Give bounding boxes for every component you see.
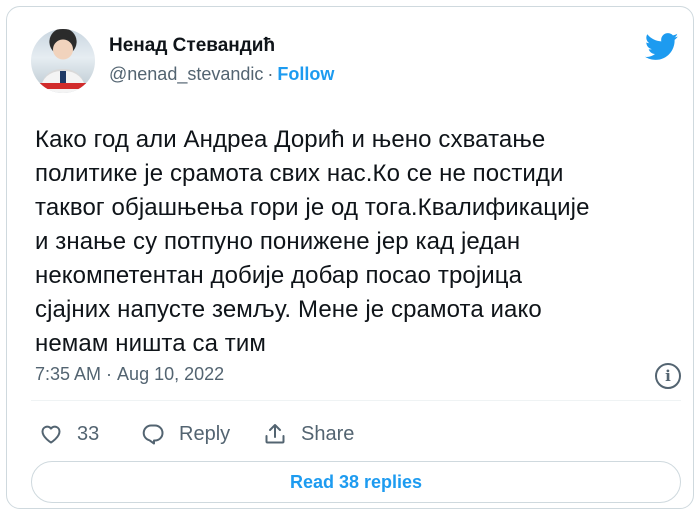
author-name[interactable]: Ненад Стевандић [109,35,275,57]
action-bar: 33 Reply Share [37,419,677,449]
tweet-line: немам ништа са тим [35,330,266,357]
tweet-line: таквог објашњења гори је од тога.Квалифи… [35,194,590,221]
tweet-text: Како год али Андреа Дорић и њено схватањ… [35,123,685,361]
tweet-card: Ненад Стевандић @nenad_stevandic · Follow … [6,6,694,509]
author-handle[interactable]: @nenad_stevandic [109,64,263,84]
twitter-bird-icon[interactable] [645,33,679,61]
timestamp-separator: · [106,364,113,384]
tweet-timestamp[interactable]: 7:35 AM · Aug 10, 2022 [35,364,224,385]
tweet-date: Aug 10, 2022 [117,364,225,384]
tweet-header: Ненад Стевандић @nenad_stevandic · Follow [31,27,681,93]
info-icon[interactable]: i [655,363,681,389]
like-count: 33 [77,422,100,445]
tweet-line: политике је срамота свих нас.Ко се не по… [35,160,564,187]
reply-label: Reply [179,422,231,445]
tweet-line: Како год али Андреа Дорић и њено схватањ… [35,126,546,153]
avatar[interactable] [31,29,95,93]
divider [31,400,681,401]
handle-separator: · [267,64,274,84]
share-label: Share [301,422,355,445]
tweet-line: некомпетентан добије добар посао тројица [35,262,523,289]
share-icon [265,424,285,444]
heart-icon [41,425,61,444]
like-button[interactable]: 33 [39,419,99,449]
reply-button[interactable]: Reply [141,419,230,449]
reply-icon [142,424,164,445]
follow-button[interactable]: Follow [277,64,334,84]
tweet-line: сјајних напусте земљу. Мене је срамота и… [35,296,542,323]
author-handle-line: @nenad_stevandic · Follow [109,64,334,85]
tweet-line: и знање су потпуно понижене јер кад једа… [35,228,521,255]
read-replies-button[interactable]: Read 38 replies [31,461,681,503]
share-button[interactable]: Share [263,419,354,449]
tweet-time: 7:35 AM [35,364,102,384]
